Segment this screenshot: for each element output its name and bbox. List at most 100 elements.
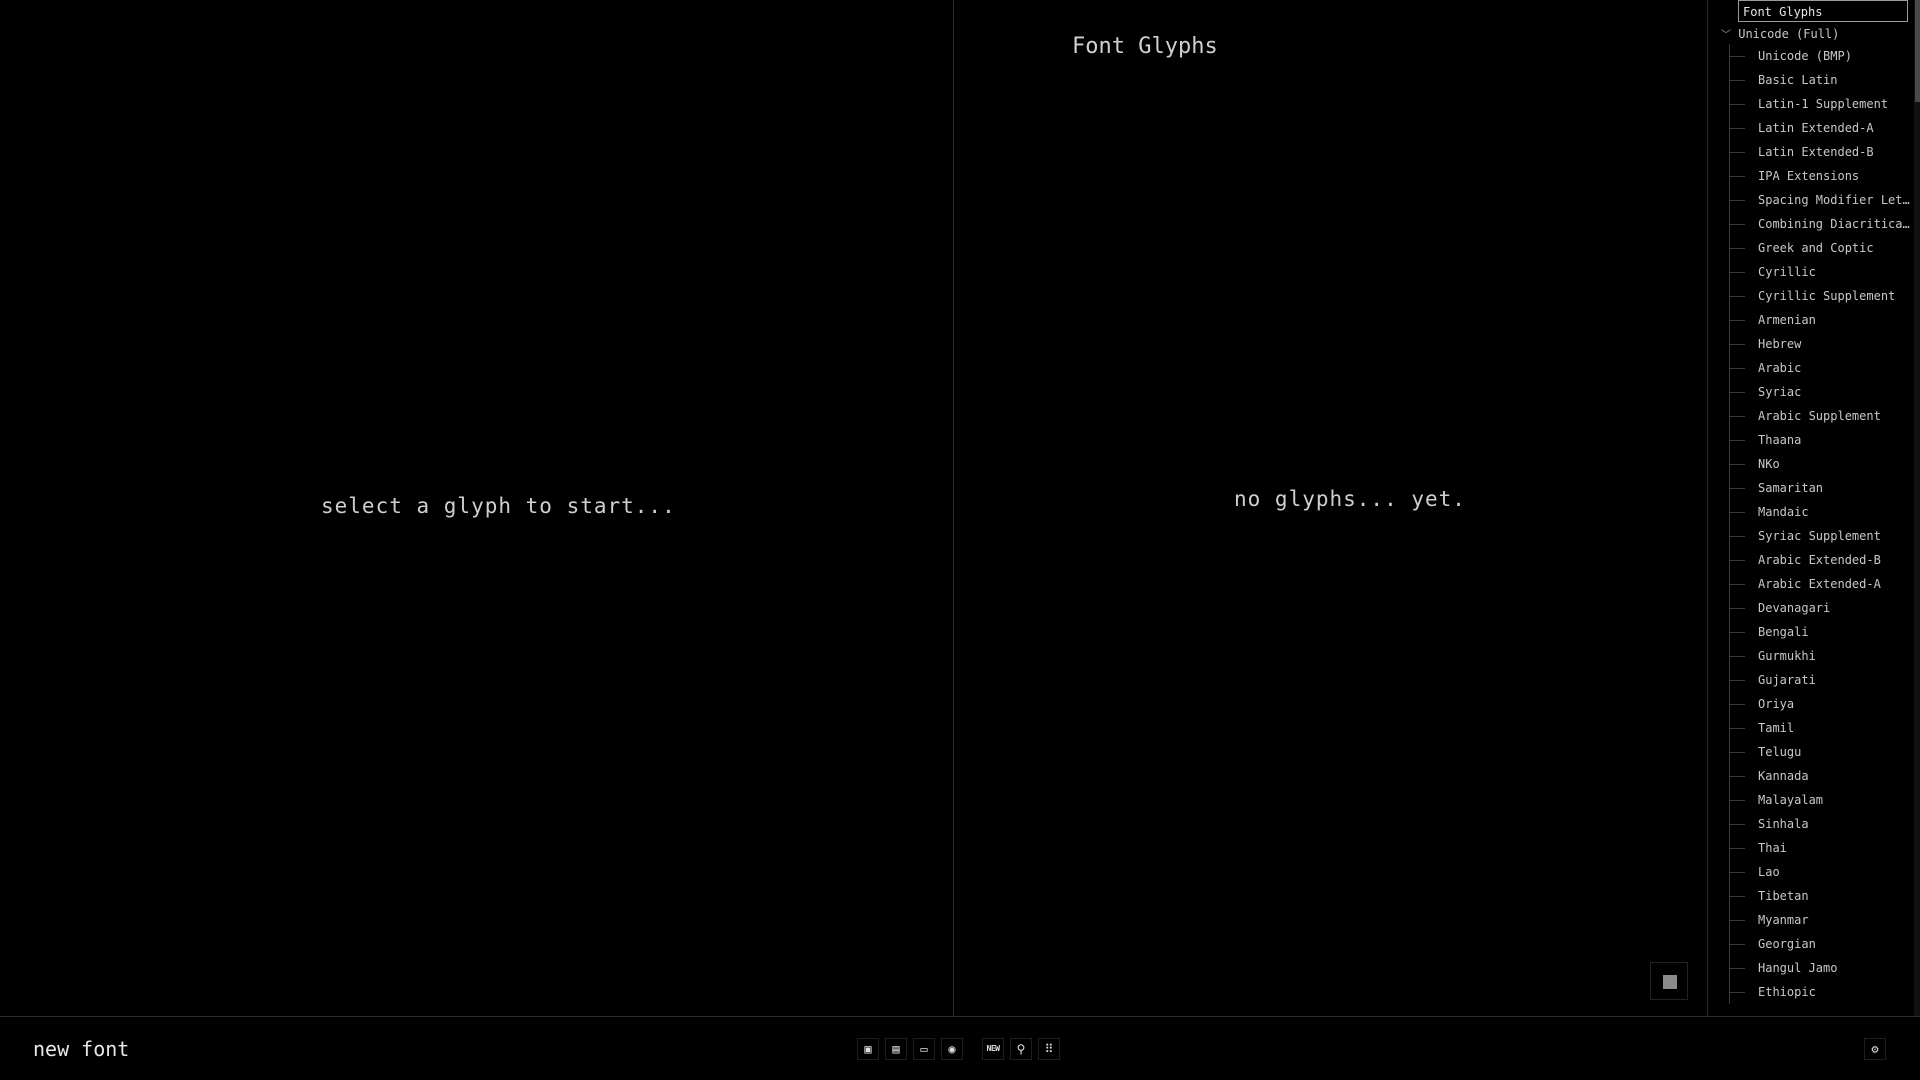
- tree-item-label: NKo: [1758, 457, 1780, 471]
- tree-item[interactable]: Bengali: [1729, 620, 1899, 644]
- chevron-down-icon[interactable]: ﹀: [1721, 26, 1731, 41]
- sidebar-scrollbar[interactable]: [1914, 0, 1920, 1016]
- tree-item[interactable]: Thaana: [1729, 428, 1899, 452]
- tree-root-label: Unicode (Full): [1738, 27, 1840, 41]
- tree-item[interactable]: Armenian: [1729, 308, 1899, 332]
- tree-item[interactable]: Lao: [1729, 860, 1899, 884]
- new-icon: NEW: [986, 1044, 1000, 1053]
- tree-item[interactable]: Sinhala: [1729, 812, 1899, 836]
- tree-item[interactable]: IPA Extensions: [1729, 164, 1899, 188]
- tree-item-label: Myanmar: [1758, 913, 1809, 927]
- tree-item-label: Bengali: [1758, 625, 1809, 639]
- tree-item-label: Basic Latin: [1758, 73, 1838, 87]
- tree-item-label: Mandaic: [1758, 505, 1809, 519]
- tree-item[interactable]: Malayalam: [1729, 788, 1899, 812]
- tree-item[interactable]: Syriac Supplement: [1729, 524, 1899, 548]
- tree-item[interactable]: Arabic Supplement: [1729, 404, 1899, 428]
- tree-item[interactable]: Arabic Extended-A: [1729, 572, 1899, 596]
- tree-item-label: Arabic Supplement: [1758, 409, 1881, 423]
- eye-button[interactable]: ◉: [941, 1038, 963, 1060]
- tree-item[interactable]: Arabic Extended-B: [1729, 548, 1899, 572]
- tree-item[interactable]: Cyrillic: [1729, 260, 1899, 284]
- tree-root-unicode-full[interactable]: ﹀ Unicode (Full): [1721, 26, 1839, 41]
- folder-open-button[interactable]: ▭: [913, 1038, 935, 1060]
- tree-item-label: Armenian: [1758, 313, 1816, 327]
- tree-item[interactable]: Latin Extended-A: [1729, 116, 1899, 140]
- tree-item-label: Malayalam: [1758, 793, 1824, 807]
- tree-item-label: Kannada: [1758, 769, 1809, 783]
- save-icon: ▤: [892, 1042, 900, 1056]
- tree-item[interactable]: Latin Extended-B: [1729, 140, 1899, 164]
- tree-item[interactable]: Telugu: [1729, 740, 1899, 764]
- tree-item[interactable]: Combining Diacritical Ma…: [1729, 212, 1910, 236]
- tree-item-label: Hangul Jamo: [1758, 961, 1838, 975]
- import-tool-button[interactable]: ▣: [857, 1038, 879, 1060]
- tree-item[interactable]: NKo: [1729, 452, 1899, 476]
- glyph-list-panel: Font Glyphs no glyphs... yet.: [954, 0, 1707, 1016]
- tree-item[interactable]: Hangul Jamo: [1729, 956, 1899, 980]
- tree-item[interactable]: Myanmar: [1729, 908, 1899, 932]
- tree-item-label: Combining Diacritical Ma…: [1758, 217, 1910, 231]
- tree-item[interactable]: Arabic: [1729, 356, 1899, 380]
- tree-item-label: Thai: [1758, 841, 1787, 855]
- tree-item[interactable]: Latin-1 Supplement: [1729, 92, 1899, 116]
- tree-item[interactable]: Basic Latin: [1729, 68, 1899, 92]
- tree-item-label: Tibetan: [1758, 889, 1809, 903]
- tree-item[interactable]: Hebrew: [1729, 332, 1899, 356]
- tree-item[interactable]: Tibetan: [1729, 884, 1899, 908]
- sidebar-title-field[interactable]: Font Glyphs: [1738, 0, 1908, 22]
- tree-item[interactable]: Cyrillic Supplement: [1729, 284, 1899, 308]
- grid-icon: ⠿: [1044, 1042, 1054, 1056]
- tree-item[interactable]: Devanagari: [1729, 596, 1899, 620]
- tree-item-label: Samaritan: [1758, 481, 1824, 495]
- import-tool-icon: ▣: [864, 1042, 872, 1056]
- font-name-label[interactable]: new font: [33, 1037, 129, 1061]
- tree-item-label: Hebrew: [1758, 337, 1802, 351]
- unicode-block-sidebar: Font Glyphs ﹀ Unicode (Full) Unicode (BM…: [1707, 0, 1920, 1016]
- glyphs-empty-message: no glyphs... yet.: [1234, 487, 1466, 511]
- search-icon: ⚲: [1016, 1042, 1026, 1056]
- tree-item[interactable]: Greek and Coptic: [1729, 236, 1899, 260]
- stop-icon: [1663, 975, 1677, 989]
- tree-item-label: Thaana: [1758, 433, 1802, 447]
- tree-item-label: Latin-1 Supplement: [1758, 97, 1889, 111]
- tree-item[interactable]: Kannada: [1729, 764, 1899, 788]
- new-button[interactable]: NEW: [982, 1038, 1004, 1060]
- tree-item-label: Syriac: [1758, 385, 1802, 399]
- folder-open-icon: ▭: [920, 1042, 928, 1056]
- save-button[interactable]: ▤: [885, 1038, 907, 1060]
- tree-item[interactable]: Gujarati: [1729, 668, 1899, 692]
- settings-button[interactable]: ⚙: [1864, 1038, 1886, 1060]
- tree-item[interactable]: Gurmukhi: [1729, 644, 1899, 668]
- tree-list: Unicode (BMP) Basic Latin Latin-1 Suppleme…: [1729, 44, 1910, 1004]
- grid-button[interactable]: ⠿: [1038, 1038, 1060, 1060]
- tree-item[interactable]: Thai: [1729, 836, 1899, 860]
- gear-icon: ⚙: [1871, 1042, 1879, 1056]
- tree-item-label: Cyrillic: [1758, 265, 1816, 279]
- scrollbar-thumb[interactable]: [1915, 0, 1920, 102]
- tree-item[interactable]: Ethiopic: [1729, 980, 1899, 1004]
- search-button[interactable]: ⚲: [1010, 1038, 1032, 1060]
- tree-item-label: Devanagari: [1758, 601, 1831, 615]
- tree-item[interactable]: Tamil: [1729, 716, 1899, 740]
- tree-item-label: Ethiopic: [1758, 985, 1816, 999]
- tree-item[interactable]: Georgian: [1729, 932, 1899, 956]
- tree-item-label: Unicode (BMP): [1758, 49, 1852, 63]
- glyphs-title: Font Glyphs: [1072, 34, 1218, 59]
- tree-item[interactable]: Mandaic: [1729, 500, 1899, 524]
- tree-item[interactable]: Syriac: [1729, 380, 1899, 404]
- eye-icon: ◉: [948, 1042, 956, 1056]
- tree-item-label: Latin Extended-A: [1758, 121, 1874, 135]
- tree-item[interactable]: Samaritan: [1729, 476, 1899, 500]
- tree-item[interactable]: Oriya: [1729, 692, 1899, 716]
- tree-item-label: Greek and Coptic: [1758, 241, 1874, 255]
- editor-hint: select a glyph to start...: [321, 494, 676, 518]
- tree-item-label: Gujarati: [1758, 673, 1816, 687]
- tree-item[interactable]: Spacing Modifier Letters: [1729, 188, 1910, 212]
- tree-item-label: Telugu: [1758, 745, 1802, 759]
- tree-item-label: Oriya: [1758, 697, 1795, 711]
- tree-item[interactable]: Unicode (BMP): [1729, 44, 1899, 68]
- tree-item-label: Syriac Supplement: [1758, 529, 1881, 543]
- tree-item-label: Latin Extended-B: [1758, 145, 1874, 159]
- stop-button[interactable]: [1650, 962, 1688, 1000]
